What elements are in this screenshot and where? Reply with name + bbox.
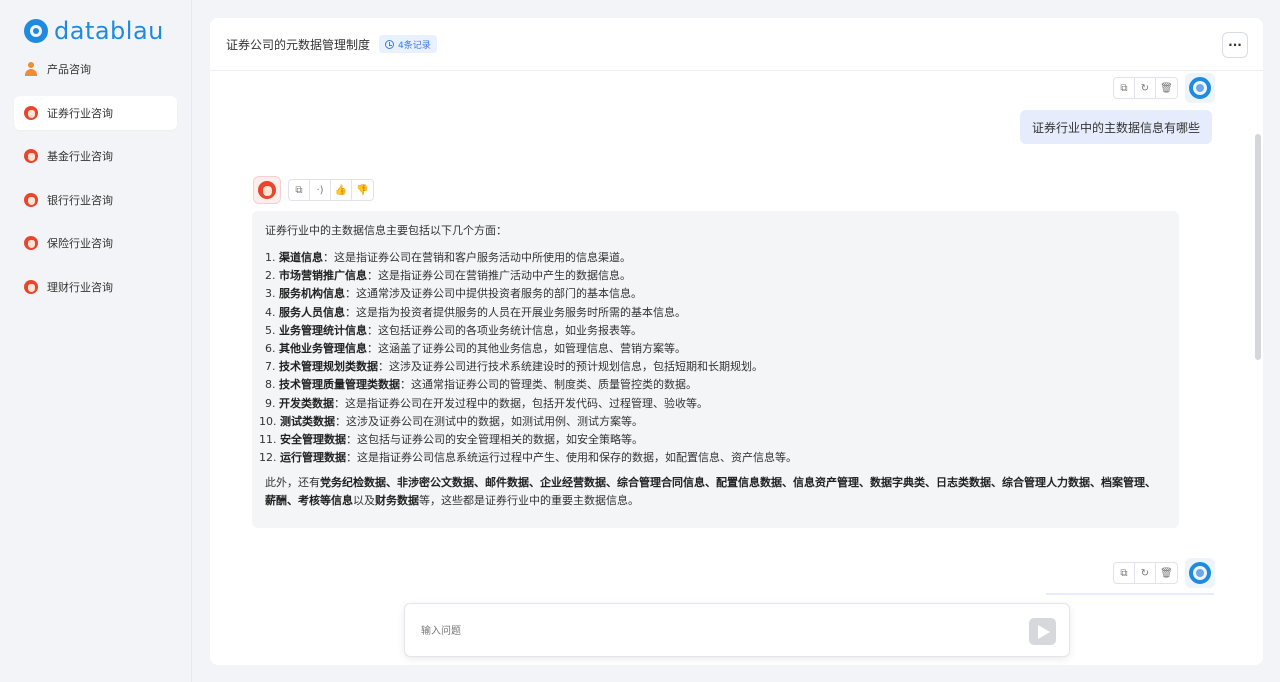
person-icon xyxy=(24,62,38,76)
answer-summary: 此外，还有党务纪检数据、非涉密公文数据、邮件数据、企业经营数据、综合管理合同信息… xyxy=(265,476,1156,508)
sidebar-item-fund[interactable]: 基金行业咨询 xyxy=(14,139,177,173)
answer-list-item: 9. 开发类数据：这是指证券公司在开发过程中的数据，包括开发代码、过程管理、验收… xyxy=(265,396,708,410)
record-count-badge[interactable]: 4条记录 xyxy=(379,35,437,53)
answer-list-item: 10. 测试类数据：这涉及证券公司在测试中的数据，如测试用例、测试方案等。 xyxy=(259,414,643,428)
user-message-toolbar: ⧉ ↻ 🗑 xyxy=(1113,77,1178,99)
send-button[interactable] xyxy=(1029,618,1056,645)
refresh-icon[interactable]: ↻ xyxy=(1135,78,1156,98)
question-input[interactable] xyxy=(421,621,1001,641)
sidebar-item-wealth[interactable]: 理财行业咨询 xyxy=(14,270,177,304)
assistant-icon xyxy=(24,236,38,250)
brand-logo[interactable]: datablau xyxy=(24,15,164,47)
thumbs-down-icon[interactable]: 👎 xyxy=(352,180,373,200)
answer-intro: 证券行业中的主数据信息主要包括以下几个方面： xyxy=(265,224,507,237)
scrollbar-thumb[interactable] xyxy=(1255,134,1261,360)
user-avatar xyxy=(1185,558,1215,588)
answer-list-item: 4. 服务人员信息：这是指为投资者提供服务的人员在开展业务服务时所需的基本信息。 xyxy=(265,305,686,319)
sidebar: datablau 产品咨询 证券行业咨询 基金行业咨询 银行行业咨询 保险行业咨… xyxy=(0,0,192,682)
user-avatar-icon xyxy=(1189,77,1211,99)
sidebar-nav: 产品咨询 证券行业咨询 基金行业咨询 银行行业咨询 保险行业咨询 理财行业咨询 xyxy=(14,52,177,313)
sidebar-item-bank[interactable]: 银行行业咨询 xyxy=(14,183,177,217)
more-options-button[interactable]: ··· xyxy=(1222,32,1248,58)
copy-icon[interactable]: ⧉ xyxy=(1114,563,1135,583)
sidebar-item-label: 基金行业咨询 xyxy=(47,150,113,163)
assistant-icon xyxy=(24,105,38,120)
sidebar-item-label: 保险行业咨询 xyxy=(47,237,113,250)
thumbs-up-icon[interactable]: 👍 xyxy=(331,180,352,200)
user-avatar-icon xyxy=(1189,562,1211,584)
copy-icon[interactable]: ⧉ xyxy=(1114,78,1135,98)
chat-panel: 证券公司的元数据管理制度 4条记录 ··· ⧉ ↻ 🗑 证券行业中的主数据信息有… xyxy=(210,18,1263,665)
copy-icon[interactable]: ⧉ xyxy=(289,180,310,200)
brand-name: datablau xyxy=(54,17,164,45)
question-input-box xyxy=(404,603,1070,657)
refresh-icon[interactable]: ↻ xyxy=(1135,563,1156,583)
answer-list: 1. 渠道信息：这是指证券公司在营销和客户服务活动中所使用的信息渠道。 2. 市… xyxy=(259,249,1166,467)
answer-list-item: 1. 渠道信息：这是指证券公司在营销和客户服务活动中所使用的信息渠道。 xyxy=(265,251,631,264)
answer-list-item: 3. 服务机构信息：这通常涉及证券公司中提供投资者服务的部门的基本信息。 xyxy=(265,287,642,301)
sidebar-item-insurance[interactable]: 保险行业咨询 xyxy=(14,226,177,260)
sidebar-item-securities[interactable]: 证券行业咨询 xyxy=(14,95,177,130)
answer-list-item: 12. 运行管理数据：这是指证券公司信息系统运行过程中产生、使用和保存的数据，如… xyxy=(259,451,797,465)
record-count-label: 4条记录 xyxy=(398,40,431,51)
chat-header: 证券公司的元数据管理制度 4条记录 ··· xyxy=(210,18,1263,71)
sidebar-item-label: 理财行业咨询 xyxy=(47,280,113,294)
logo-mark-icon xyxy=(24,19,48,43)
speaker-icon[interactable]: ·) xyxy=(310,180,331,200)
answer-list-item: 7. 技术管理规划类数据：这涉及证券公司进行技术系统建设时的预计规划信息，包括短… xyxy=(265,360,763,374)
sidebar-item-label: 证券行业咨询 xyxy=(47,106,113,120)
page-title: 证券公司的元数据管理制度 xyxy=(226,37,371,52)
clock-icon xyxy=(385,39,395,49)
sidebar-item-product[interactable]: 产品咨询 xyxy=(14,52,177,86)
answer-list-item: 2. 市场营销推广信息：这是指证券公司在营销推广活动中产生的数据信息。 xyxy=(265,269,631,283)
assistant-avatar xyxy=(253,176,281,204)
user-message-bubble: 证券行业中的主数据信息有哪些 xyxy=(1020,110,1213,144)
scrollbar[interactable] xyxy=(1253,71,1263,665)
assistant-face-icon xyxy=(258,181,276,199)
answer-list-item: 11. 安全管理数据：这包括与证券公司的安全管理相关的数据，如安全策略等。 xyxy=(259,432,643,446)
user-avatar xyxy=(1185,73,1215,103)
user-message-toolbar: ⧉ ↻ 🗑 xyxy=(1113,562,1178,584)
answer-list-item: 6. 其他业务管理信息：这涵盖了证券公司的其他业务信息，如管理信息、营销方案等。 xyxy=(265,341,686,355)
assistant-icon xyxy=(24,279,38,294)
answer-list-item: 5. 业务管理统计信息：这包括证券公司的各项业务统计信息，如业务报表等。 xyxy=(265,323,642,337)
send-icon xyxy=(1038,624,1050,639)
user-message-text: 证券行业中的主数据信息有哪些 xyxy=(1032,120,1201,135)
assistant-icon xyxy=(24,192,38,207)
trash-icon[interactable]: 🗑 xyxy=(1156,563,1177,583)
user-message-bubble xyxy=(1046,593,1214,595)
assistant-message-toolbar: ⧉ ·) 👍 👎 xyxy=(288,179,374,201)
answer-list-item: 8. 技术管理质量管理类数据：这通常指证券公司的管理类、制度类、质量管控类的数据… xyxy=(265,378,697,392)
trash-icon[interactable]: 🗑 xyxy=(1156,78,1177,98)
sidebar-item-label: 产品咨询 xyxy=(47,63,91,76)
assistant-icon xyxy=(24,149,38,163)
sidebar-item-label: 银行行业咨询 xyxy=(47,193,113,207)
assistant-answer: 证券行业中的主数据信息主要包括以下几个方面： 1. 渠道信息：这是指证券公司在营… xyxy=(252,211,1179,528)
